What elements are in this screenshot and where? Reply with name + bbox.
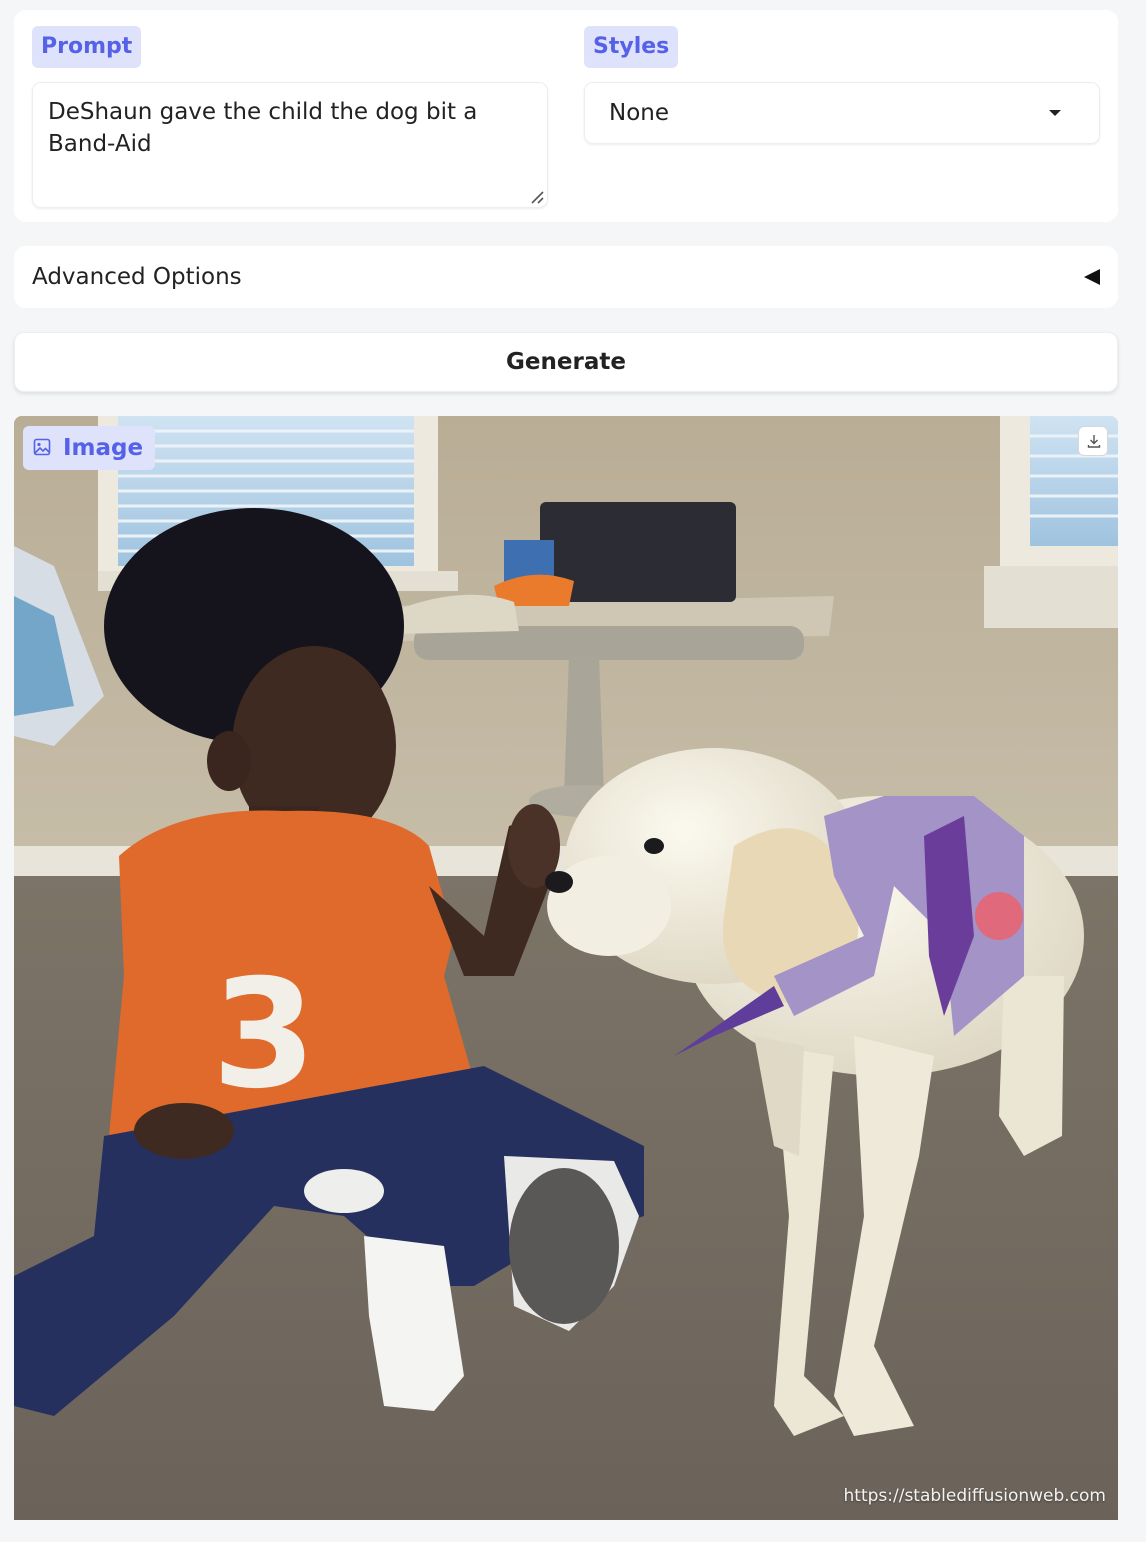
prompt-text: DeShaun gave the child the dog bit a Ban… [48, 99, 478, 157]
input-panel: Prompt Styles DeShaun gave the child the… [14, 10, 1118, 222]
image-label-text: Image [63, 435, 144, 461]
image-icon [33, 438, 51, 455]
download-icon [1087, 435, 1101, 448]
svg-text:3: 3 [212, 948, 316, 1122]
image-label: Image [23, 426, 156, 470]
watermark: https://stablediffusionweb.com [843, 1486, 1106, 1506]
styles-label: Styles [584, 26, 679, 68]
triangle-left-icon [1084, 269, 1100, 285]
prompt-textarea[interactable]: DeShaun gave the child the dog bit a Ban… [32, 82, 548, 208]
prompt-label: Prompt [32, 26, 142, 68]
generated-image: 3 [14, 416, 1118, 1520]
output-image-panel: 3 Image https://stablediffusionweb.com [14, 416, 1118, 1520]
advanced-options-label: Advanced Options [32, 264, 242, 290]
caret-down-icon [1049, 110, 1061, 116]
download-button[interactable] [1078, 426, 1108, 456]
advanced-options-accordion[interactable]: Advanced Options [14, 246, 1118, 308]
generate-button[interactable]: Generate [14, 332, 1118, 392]
resize-grip-icon[interactable] [530, 190, 544, 204]
styles-dropdown[interactable]: None [584, 82, 1100, 144]
styles-selected-value: None [609, 100, 670, 126]
